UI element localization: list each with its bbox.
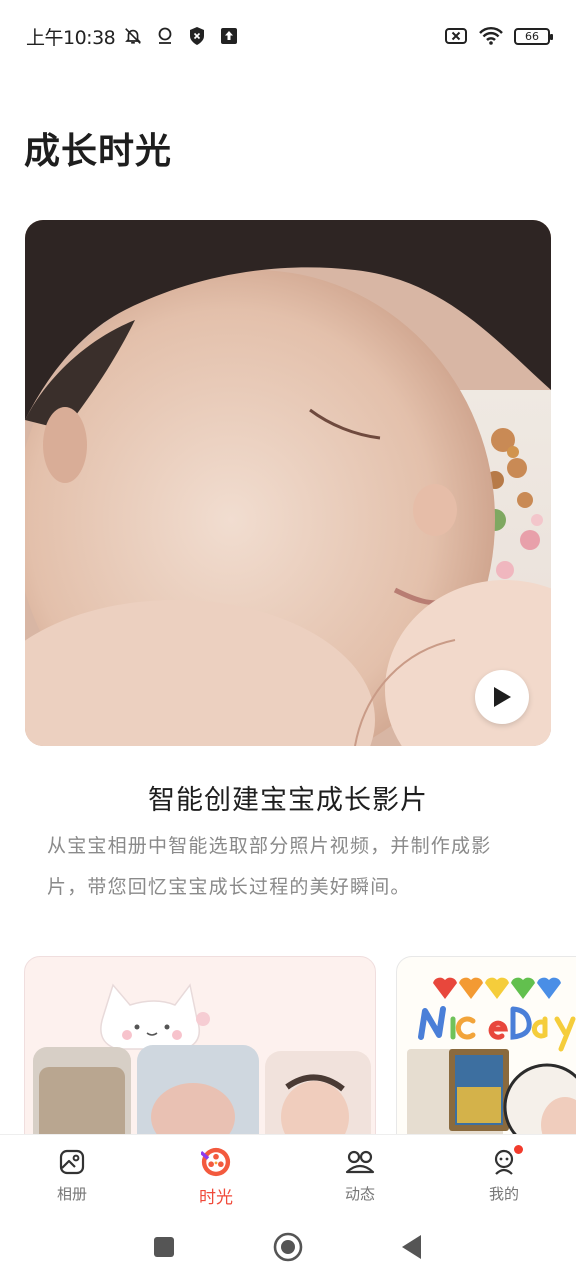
- nav-label-feed: 动态: [344, 1185, 375, 1203]
- play-button[interactable]: [475, 670, 529, 724]
- triangle-back-icon: [402, 1235, 421, 1259]
- nav-item-feed[interactable]: 动态: [288, 1135, 432, 1214]
- play-icon: [494, 687, 511, 707]
- nav-item-album[interactable]: 相册: [0, 1135, 144, 1214]
- hero-heading: 智能创建宝宝成长影片: [148, 785, 428, 816]
- bell-off-icon: [123, 26, 143, 46]
- home-button[interactable]: [273, 1232, 303, 1262]
- battery-icon: 66: [514, 27, 553, 45]
- hero-description: 从宝宝相册中智能选取部分照片视频，并制作成影片，带您回忆宝宝成长过程的美好瞬间。: [47, 835, 492, 898]
- profile-icon: [489, 1145, 523, 1177]
- recents-button[interactable]: [149, 1232, 179, 1262]
- page-title: 成长时光: [24, 131, 173, 172]
- baby-photo: [25, 220, 551, 746]
- upload-icon: [219, 26, 239, 46]
- nav-item-profile[interactable]: 我的: [432, 1135, 576, 1214]
- sim-off-icon: [444, 26, 468, 46]
- system-navigation-bar: [0, 1214, 576, 1280]
- album-icon: [57, 1147, 87, 1177]
- bottom-navigation: 相册 时光 动态 我的: [0, 1134, 576, 1214]
- back-button[interactable]: [397, 1232, 427, 1262]
- nav-label-profile: 我的: [488, 1185, 519, 1203]
- notification-badge: [514, 1145, 523, 1154]
- status-notification-icons: [123, 26, 239, 46]
- template-card-niceday[interactable]: [396, 956, 576, 1134]
- template-card-cute-cat[interactable]: [24, 956, 376, 1134]
- niceday-template-preview: [407, 977, 576, 1134]
- nav-item-moments[interactable]: 时光: [144, 1135, 288, 1214]
- film-reel-icon: [201, 1147, 231, 1177]
- status-system-icons: 66: [444, 26, 553, 46]
- shield-icon: [187, 26, 207, 46]
- nav-label-album: 相册: [56, 1185, 87, 1203]
- nav-label-moments: 时光: [199, 1188, 233, 1208]
- square-icon: [154, 1237, 174, 1257]
- cute-cat-template-preview: [33, 983, 371, 1134]
- people-icon: [345, 1147, 375, 1177]
- wifi-icon: [478, 26, 504, 46]
- hero-video-card[interactable]: [25, 220, 551, 746]
- status-time: 上午10:38: [26, 26, 116, 49]
- status-bar: 上午10:38 66: [0, 0, 576, 72]
- circle-icon: [273, 1232, 303, 1262]
- template-carousel[interactable]: [24, 956, 576, 1134]
- location-icon: [155, 26, 175, 46]
